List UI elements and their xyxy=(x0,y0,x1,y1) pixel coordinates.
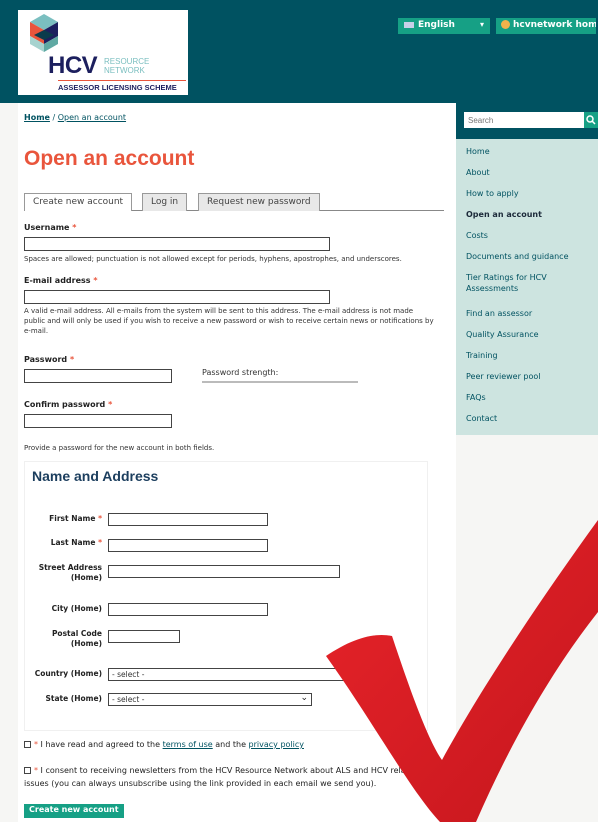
sidebar-search-area xyxy=(456,103,598,139)
newsletter-checkbox[interactable] xyxy=(24,767,31,774)
sidebar-item-find-an-assessor[interactable]: Find an assessor xyxy=(466,308,594,319)
caret-down-icon: ▾ xyxy=(479,20,484,29)
sidebar-item-costs[interactable]: Costs xyxy=(466,230,594,241)
tab-request-new-password[interactable]: Request new password xyxy=(198,193,320,211)
sidebar-item-documents-and-guidance[interactable]: Documents and guidance xyxy=(466,251,594,262)
password-strength-bar xyxy=(202,381,358,383)
postal-code-input[interactable] xyxy=(108,630,180,643)
sidebar-item-home[interactable]: Home xyxy=(466,146,594,157)
breadcrumb-separator: / xyxy=(52,113,56,122)
logo-divider xyxy=(58,80,186,81)
sidebar-item-how-to-apply[interactable]: How to apply xyxy=(466,188,594,199)
last-name-label: Last Name * xyxy=(50,538,102,547)
tab-log-in[interactable]: Log in xyxy=(142,193,188,211)
search-icon xyxy=(586,115,596,125)
state-label: State (Home) xyxy=(45,694,102,703)
password-label: Password * xyxy=(24,355,75,364)
language-label: English xyxy=(418,20,455,30)
password-strength-label: Password strength: xyxy=(202,368,279,377)
postal-code-label: Postal Code (Home) xyxy=(51,629,102,648)
breadcrumb: Home / Open an account xyxy=(24,113,126,122)
globe-icon xyxy=(501,20,510,29)
logo-scheme-text: ASSESSOR LICENSING SCHEME xyxy=(58,83,177,92)
create-new-account-button[interactable]: Create new account xyxy=(24,804,124,818)
home-button-label: hcvnetwork home xyxy=(513,20,596,30)
main-content: Home / Open an account Open an account C… xyxy=(18,103,456,822)
privacy-policy-link[interactable]: privacy policy xyxy=(249,740,304,749)
breadcrumb-home-link[interactable]: Home xyxy=(24,113,50,122)
terms-checkbox[interactable] xyxy=(24,741,31,748)
country-label: Country (Home) xyxy=(34,669,102,678)
username-description: Spaces are allowed; punctuation is not a… xyxy=(24,255,402,263)
first-name-input[interactable] xyxy=(108,513,268,526)
logo-hcv-text: HCV xyxy=(48,52,98,79)
search-button[interactable] xyxy=(584,112,598,128)
tab-create-new-account[interactable]: Create new account xyxy=(24,193,133,211)
street-address-label: Street Address (Home) xyxy=(38,563,102,582)
search-input[interactable] xyxy=(464,112,584,128)
city-label: City (Home) xyxy=(51,604,102,613)
logo-resource-text: RESOURCE xyxy=(104,57,150,66)
sidebar-item-training[interactable]: Training xyxy=(466,350,594,361)
terms-of-use-link[interactable]: terms of use xyxy=(163,740,213,749)
state-select-value: - select - xyxy=(112,695,145,704)
sidebar-item-open-an-account[interactable]: Open an account xyxy=(466,209,594,220)
chevron-down-icon: ⌄ xyxy=(372,668,380,678)
sidebar-item-quality-assurance[interactable]: Quality Assurance xyxy=(466,329,594,340)
sidebar-item-contact[interactable]: Contact xyxy=(466,413,594,424)
state-select[interactable]: - select - ⌄ xyxy=(108,693,312,706)
country-select-value: - select - xyxy=(112,670,145,679)
logo[interactable]: HCV RESOURCE NETWORK ASSESSOR LICENSING … xyxy=(18,10,188,95)
city-input[interactable] xyxy=(108,603,268,616)
country-select[interactable]: - select - ⌄ xyxy=(108,668,384,681)
email-input[interactable] xyxy=(24,290,330,304)
hcvnetwork-home-button[interactable]: hcvnetwork home xyxy=(496,18,596,34)
confirm-password-description: Provide a password for the new account i… xyxy=(24,444,215,452)
sidebar-item-peer-reviewer-pool[interactable]: Peer reviewer pool xyxy=(466,371,594,382)
site-header: HCV RESOURCE NETWORK ASSESSOR LICENSING … xyxy=(0,0,598,103)
logo-network-text: NETWORK xyxy=(104,66,145,75)
page-title: Open an account xyxy=(24,147,195,170)
logo-resource-network-text: RESOURCE NETWORK xyxy=(104,57,149,75)
breadcrumb-current-link[interactable]: Open an account xyxy=(58,113,126,122)
flag-icon xyxy=(404,21,414,28)
email-description: A valid e-mail address. All e-mails from… xyxy=(24,307,434,335)
newsletter-checkbox-row: * I consent to receiving newsletters fro… xyxy=(24,766,406,788)
terms-checkbox-row: * I have read and agreed to the terms of… xyxy=(24,740,304,749)
password-input[interactable] xyxy=(24,369,172,383)
name-address-fieldset xyxy=(24,461,428,731)
sidebar-item-about[interactable]: About xyxy=(466,167,594,178)
name-address-title: Name and Address xyxy=(32,468,159,484)
language-select-button[interactable]: English ▾ xyxy=(398,18,490,34)
street-address-input[interactable] xyxy=(108,565,340,578)
first-name-label: First Name * xyxy=(49,514,102,523)
hcv-hexagon-logo-icon xyxy=(30,14,58,52)
confirm-password-label: Confirm password * xyxy=(24,400,113,409)
account-tabs: Create new account Log in Request new pa… xyxy=(24,193,444,211)
last-name-input[interactable] xyxy=(108,539,268,552)
sidebar-item-tier-ratings[interactable]: Tier Ratings for HCV Assessments xyxy=(466,272,576,294)
username-input[interactable] xyxy=(24,237,330,251)
chevron-down-icon: ⌄ xyxy=(300,693,308,703)
sidebar-item-faqs[interactable]: FAQs xyxy=(466,392,594,403)
confirm-password-input[interactable] xyxy=(24,414,172,428)
username-label: Username * xyxy=(24,223,77,232)
sidebar: Home About How to apply Open an account … xyxy=(456,103,598,435)
email-label: E-mail address * xyxy=(24,276,98,285)
